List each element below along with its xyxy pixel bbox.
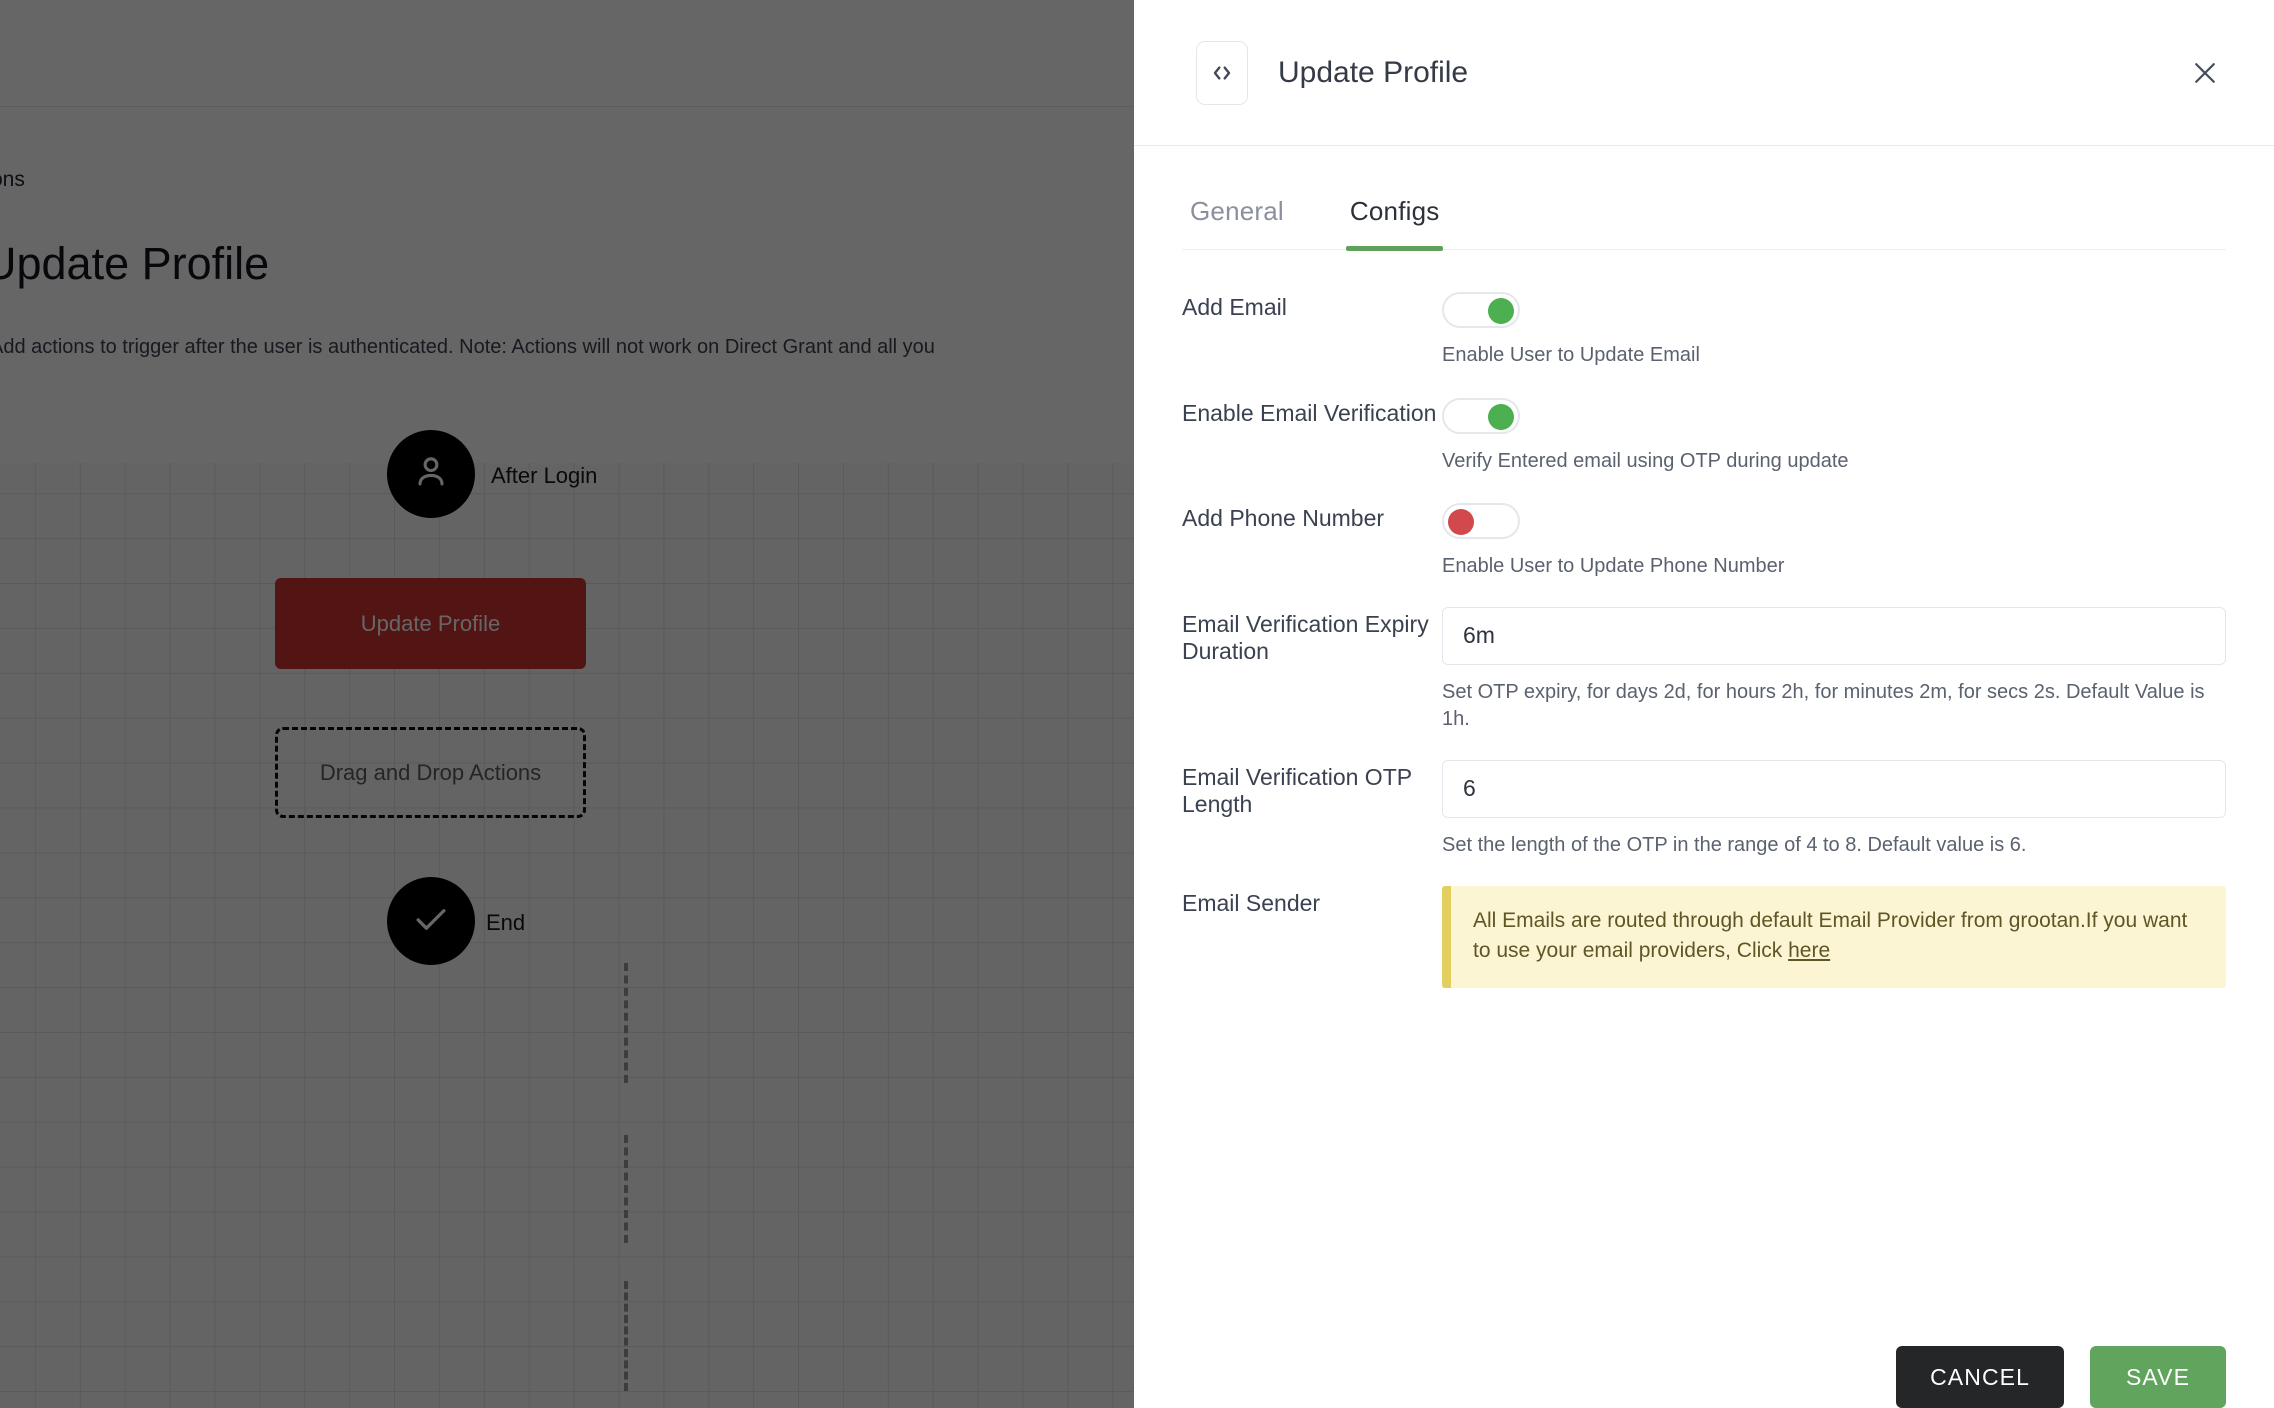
- field-label: Add Phone Number: [1182, 505, 1385, 532]
- field-hint: Set OTP expiry, for days 2d, for hours 2…: [1442, 680, 2205, 731]
- field-label: Email Verification Expiry Duration: [1182, 610, 1429, 664]
- field-add-email: Add Email Enable User to Update Email: [1182, 290, 2226, 370]
- panel-tabs: General Configs: [1182, 190, 2226, 251]
- field-label: Email Sender: [1182, 889, 1321, 916]
- field-label: Enable Email Verification: [1182, 399, 1437, 426]
- enable-email-verification-toggle[interactable]: [1442, 397, 1520, 434]
- warning-text: All Emails are routed through default Em…: [1473, 908, 2188, 962]
- field-hint: Set the length of the OTP in the range o…: [1442, 833, 2027, 856]
- field-label: Email Verification OTP Length: [1182, 763, 1412, 817]
- field-enable-email-verification: Enable Email Verification Verify Entered…: [1182, 396, 2226, 476]
- panel-title: Update Profile: [1278, 55, 1469, 89]
- field-add-phone-number: Add Phone Number Enable User to Update P…: [1182, 501, 2226, 581]
- tab-general[interactable]: General: [1186, 190, 1288, 249]
- field-label: Add Email: [1182, 294, 1287, 320]
- field-hint: Enable User to Update Phone Number: [1442, 555, 1785, 578]
- tab-configs[interactable]: Configs: [1345, 190, 1444, 251]
- panel-body: General Configs Add Email Enable User to…: [1134, 146, 2274, 1306]
- field-hint: Verify Entered email using OTP during up…: [1442, 449, 1849, 472]
- add-phone-number-toggle[interactable]: [1442, 503, 1520, 540]
- toggle-knob: [1448, 509, 1474, 536]
- modal-scrim[interactable]: [0, 0, 1134, 1408]
- update-profile-panel: Update Profile General Configs Add Email: [1134, 0, 2274, 1408]
- email-sender-warning: All Emails are routed through default Em…: [1442, 885, 2226, 989]
- panel-footer: CANCEL SAVE: [1134, 1306, 2274, 1408]
- email-verification-otp-length-input[interactable]: [1442, 759, 2226, 818]
- cancel-button[interactable]: CANCEL: [1896, 1346, 2064, 1408]
- add-email-toggle[interactable]: [1442, 292, 1520, 328]
- code-brackets-icon: [1196, 40, 1248, 105]
- field-email-verification-expiry-duration: Email Verification Expiry Duration Set O…: [1182, 606, 2226, 734]
- panel-header: Update Profile: [1134, 0, 2274, 146]
- configs-form: Add Email Enable User to Update Email En…: [1182, 250, 2226, 989]
- field-email-verification-otp-length: Email Verification OTP Length Set the le…: [1182, 759, 2226, 860]
- app-screen: ctions Update Profile Add actions to tri…: [0, 0, 2274, 1408]
- field-hint: Enable User to Update Email: [1442, 344, 1700, 366]
- email-provider-link[interactable]: here: [1788, 939, 1830, 962]
- email-verification-expiry-duration-input[interactable]: [1442, 606, 2226, 665]
- field-email-sender: Email Sender All Emails are routed throu…: [1182, 885, 2226, 989]
- close-icon[interactable]: [2184, 52, 2226, 94]
- toggle-knob: [1488, 403, 1514, 430]
- save-button[interactable]: SAVE: [2090, 1346, 2226, 1408]
- toggle-knob: [1488, 298, 1514, 324]
